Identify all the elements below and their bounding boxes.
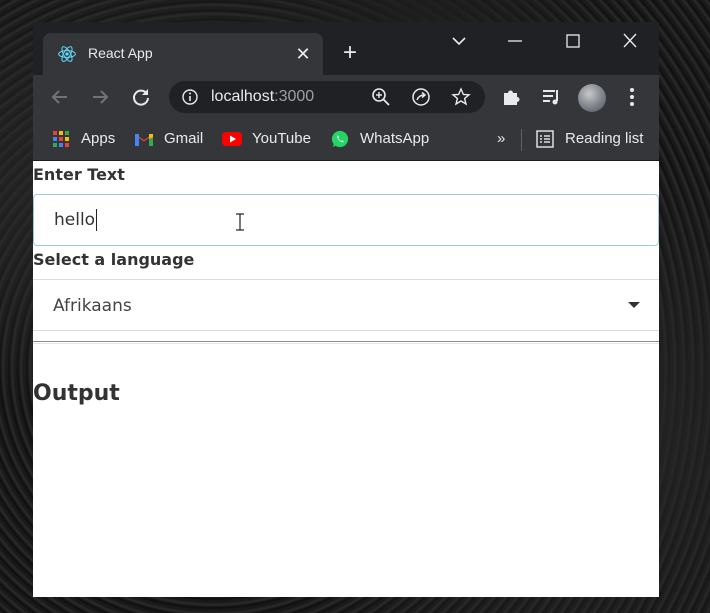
url-text: localhost:3000 bbox=[211, 88, 314, 106]
close-window-button[interactable] bbox=[618, 30, 642, 52]
youtube-icon bbox=[222, 132, 242, 146]
bookmark-label: Apps bbox=[81, 130, 116, 147]
reading-list-icon bbox=[536, 130, 554, 148]
bookmark-youtube[interactable]: YouTube bbox=[222, 127, 332, 151]
bookmark-label: Gmail bbox=[164, 130, 204, 147]
language-selected-value: Afrikaans bbox=[53, 296, 132, 316]
kebab-menu-icon[interactable] bbox=[621, 86, 643, 108]
share-icon[interactable] bbox=[411, 87, 431, 107]
media-queue-icon[interactable] bbox=[540, 86, 562, 108]
tab-react-app[interactable]: React App ✕ bbox=[43, 33, 323, 75]
reading-list-label: Reading list bbox=[565, 130, 644, 147]
tab-close-icon[interactable]: ✕ bbox=[293, 44, 313, 64]
whatsapp-icon bbox=[331, 130, 349, 148]
reload-icon[interactable] bbox=[129, 85, 153, 109]
bookmarks-bar: Apps Gmail YouTube WhatsApp » Reading li… bbox=[33, 119, 659, 161]
more-bookmarks-chevron-icon: » bbox=[497, 130, 506, 147]
caret-down-icon bbox=[628, 302, 640, 308]
tab-search-icon[interactable] bbox=[447, 30, 471, 52]
url-port: :3000 bbox=[274, 88, 315, 105]
gmail-icon bbox=[135, 134, 153, 146]
address-bar[interactable]: localhost:3000 bbox=[169, 81, 485, 113]
minimize-button[interactable] bbox=[503, 30, 527, 52]
text-caret bbox=[96, 209, 97, 231]
bookmark-whatsapp[interactable]: WhatsApp bbox=[330, 127, 450, 151]
browser-toolbar: localhost:3000 bbox=[33, 75, 659, 119]
maximize-button[interactable] bbox=[561, 30, 585, 52]
extensions-puzzle-icon[interactable] bbox=[500, 86, 522, 108]
forward-arrow-icon[interactable] bbox=[88, 85, 112, 109]
more-bookmarks-button[interactable]: » bbox=[497, 127, 511, 151]
apps-grid-icon bbox=[53, 131, 69, 147]
bookmark-star-icon[interactable] bbox=[451, 87, 471, 107]
back-arrow-icon[interactable] bbox=[48, 85, 72, 109]
divider bbox=[33, 341, 659, 344]
new-tab-button[interactable]: + bbox=[338, 41, 362, 66]
profile-avatar[interactable] bbox=[578, 84, 606, 112]
text-input[interactable]: hello bbox=[33, 194, 659, 246]
output-heading: Output bbox=[33, 381, 120, 406]
browser-window: React App ✕ + localhost:3000 Apps Gmail … bbox=[33, 22, 659, 597]
page-content: Enter Text hello Select a language Afrik… bbox=[33, 161, 659, 597]
select-language-label: Select a language bbox=[33, 250, 195, 269]
ibeam-cursor-icon bbox=[236, 213, 244, 231]
text-input-value: hello bbox=[54, 210, 96, 230]
bookmark-apps[interactable]: Apps bbox=[51, 127, 141, 151]
bookmark-label: YouTube bbox=[252, 130, 311, 147]
tab-title: React App bbox=[88, 45, 153, 61]
reading-list-button[interactable]: Reading list bbox=[535, 127, 655, 151]
bookmarks-divider bbox=[521, 129, 522, 151]
url-host: localhost bbox=[211, 88, 275, 105]
bookmark-label: WhatsApp bbox=[360, 130, 430, 147]
bookmark-gmail[interactable]: Gmail bbox=[134, 127, 234, 151]
react-logo-icon bbox=[58, 46, 76, 62]
enter-text-label: Enter Text bbox=[33, 165, 125, 184]
site-info-icon[interactable] bbox=[181, 88, 199, 106]
language-select[interactable]: Afrikaans bbox=[33, 279, 659, 331]
title-bar: React App ✕ + bbox=[33, 22, 659, 75]
zoom-icon[interactable] bbox=[371, 87, 391, 107]
